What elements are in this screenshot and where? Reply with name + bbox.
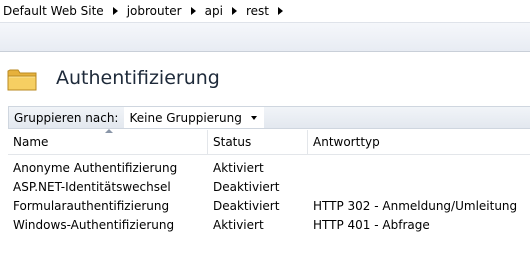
group-by-dropdown[interactable]: Keine Gruppierung: [124, 107, 264, 128]
breadcrumb: Default Web Site jobrouter api rest: [0, 0, 530, 22]
breadcrumb-item-api[interactable]: api: [205, 4, 223, 18]
cell-name: Windows-Authentifizierung: [13, 218, 175, 232]
toolbar: [0, 22, 530, 52]
breadcrumb-item-site[interactable]: Default Web Site: [3, 4, 104, 18]
column-header-status[interactable]: Status: [213, 135, 251, 149]
breadcrumb-item-app[interactable]: jobrouter: [127, 4, 182, 18]
chevron-right-icon[interactable]: [277, 7, 283, 15]
cell-name: Anonyme Authentifizierung: [13, 161, 178, 175]
cell-status: Aktiviert: [213, 218, 264, 232]
group-by-value: Keine Gruppierung: [129, 110, 242, 125]
cell-response-type: HTTP 302 - Anmeldung/Umleitung: [313, 199, 518, 213]
table-row[interactable]: ASP.NET-Identitätswechsel Deaktiviert: [8, 178, 530, 197]
cell-status: Deaktiviert: [213, 199, 280, 213]
group-by-bar: Gruppieren nach: Keine Gruppierung: [8, 106, 530, 129]
cell-response-type: HTTP 401 - Abfrage: [313, 218, 430, 232]
chevron-right-icon[interactable]: [190, 7, 196, 15]
chevron-right-icon[interactable]: [231, 7, 237, 15]
column-divider[interactable]: [207, 130, 208, 154]
cell-name: Formularauthentifizierung: [13, 199, 170, 213]
table-body: Anonyme Authentifizierung Aktiviert ASP.…: [8, 155, 530, 235]
cell-status: Deaktiviert: [213, 180, 280, 194]
cell-name: ASP.NET-Identitätswechsel: [13, 180, 171, 194]
chevron-down-icon: [250, 115, 257, 120]
column-header-response-type[interactable]: Antworttyp: [313, 135, 380, 149]
folder-icon: [7, 69, 37, 91]
table-header: Name Status Antworttyp: [8, 129, 530, 155]
group-by-label: Gruppieren nach:: [14, 110, 119, 125]
table-row[interactable]: Formularauthentifizierung Deaktiviert HT…: [8, 197, 530, 216]
breadcrumb-item-rest[interactable]: rest: [246, 4, 269, 18]
table-row[interactable]: Windows-Authentifizierung Aktiviert HTTP…: [8, 216, 530, 235]
table-row[interactable]: Anonyme Authentifizierung Aktiviert: [8, 159, 530, 178]
chevron-right-icon[interactable]: [112, 7, 118, 15]
column-header-name[interactable]: Name: [13, 135, 48, 149]
column-divider[interactable]: [307, 130, 308, 154]
cell-status: Aktiviert: [213, 161, 264, 175]
sort-indicator-icon: [105, 129, 113, 133]
page-title: Authentifizierung: [56, 67, 220, 89]
page-header: Authentifizierung: [0, 53, 530, 103]
auth-table: Name Status Antworttyp Anonyme Authentif…: [8, 129, 530, 235]
